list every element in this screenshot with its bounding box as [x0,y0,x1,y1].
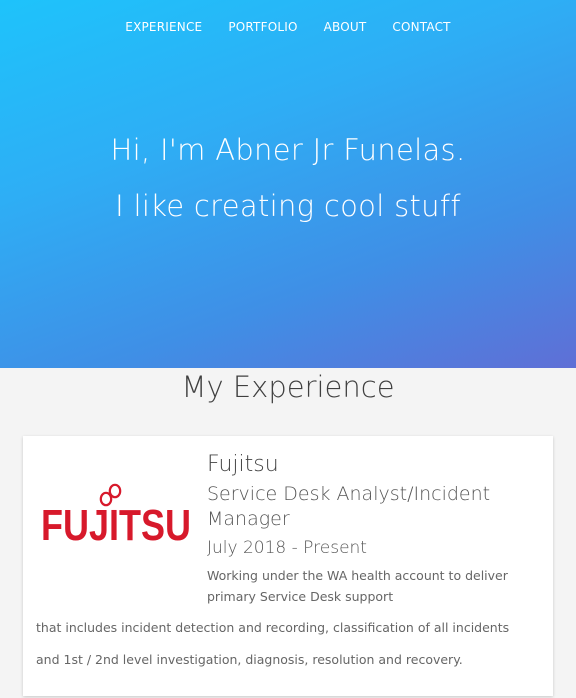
hero-title: Hi, I'm Abner Jr Funelas. [110,133,466,167]
nav-contact-link[interactable]: CONTACT [392,19,450,35]
job-description-intro: Working under the WA health account to d… [207,568,508,604]
experience-section-title: My Experience [181,370,395,404]
logo-wordmark: FUJITSU [41,501,191,550]
experience-card: FUJITSU Fujitsu Service Desk Analyst/Inc… [23,436,553,696]
job-dates: July 2018 - Present [207,538,367,558]
hero-banner: EXPERIENCE PORTFOLIO ABOUT CONTACT Hi, I… [0,0,576,368]
job-description-line: and 1st / 2nd level investigation, diagn… [36,652,463,667]
job-description-line: that includes incident detection and rec… [36,620,510,635]
nav-portfolio-link[interactable]: PORTFOLIO [228,19,297,35]
nav-about-link[interactable]: ABOUT [324,19,367,35]
top-nav: EXPERIENCE PORTFOLIO ABOUT CONTACT [0,19,576,35]
hero-subtitle: I like creating cool stuff [115,189,461,223]
fujitsu-logo: FUJITSU [41,483,191,550]
company-name: Fujitsu [207,452,279,477]
job-role: Service Desk Analyst/Incident Manager [207,483,491,530]
nav-experience-link[interactable]: EXPERIENCE [125,19,202,35]
